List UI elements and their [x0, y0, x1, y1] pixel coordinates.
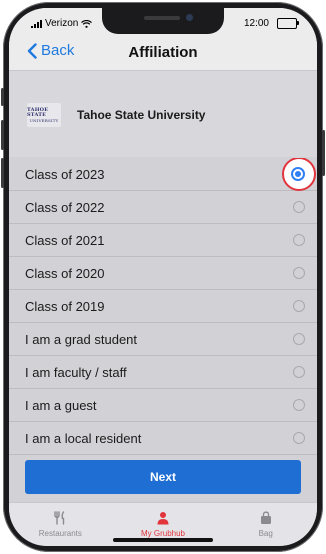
- volume-down-button: [1, 158, 4, 188]
- tab-label: Restaurants: [38, 529, 82, 538]
- affiliation-options-list[interactable]: Class of 2023 Class of 2022 Class of 202…: [9, 158, 317, 456]
- option-label: Class of 2021: [25, 232, 105, 248]
- bag-icon: [260, 511, 271, 524]
- radio-unselected-icon[interactable]: [293, 399, 305, 411]
- option-label: Class of 2019: [25, 298, 105, 314]
- next-button[interactable]: Next: [25, 460, 301, 494]
- radio-unselected-icon[interactable]: [293, 201, 305, 213]
- back-button[interactable]: Back: [27, 42, 74, 59]
- status-right: 12:00: [243, 18, 299, 29]
- person-icon: [157, 512, 169, 525]
- radio-unselected-icon[interactable]: [293, 432, 305, 444]
- radio-unselected-icon[interactable]: [293, 366, 305, 378]
- option-class-of-2022[interactable]: Class of 2022: [9, 191, 317, 224]
- tab-restaurants[interactable]: Restaurants: [9, 503, 112, 546]
- front-camera: [186, 14, 193, 21]
- option-class-of-2019[interactable]: Class of 2019: [9, 290, 317, 323]
- school-logo-line1: TAHOE STATE: [27, 106, 49, 118]
- phone-screen: Verizon 12:00 Back Affiliation TAHOE STA…: [9, 8, 317, 546]
- option-class-of-2020[interactable]: Class of 2020: [9, 257, 317, 290]
- chevron-left-icon: [27, 42, 37, 59]
- cellular-signal-icon: [31, 19, 42, 28]
- status-time: 12:00: [243, 18, 269, 29]
- school-header: TAHOE STATE UNIVERSITY Tahoe State Unive…: [9, 71, 317, 157]
- home-indicator: [113, 538, 213, 542]
- radio-unselected-icon[interactable]: [293, 300, 305, 312]
- school-logo-line2: UNIVERSITY: [29, 117, 59, 123]
- tab-bag[interactable]: Bag: [214, 503, 317, 546]
- option-class-of-2023[interactable]: Class of 2023: [9, 158, 317, 191]
- status-left: Verizon: [31, 18, 93, 29]
- option-label: Class of 2022: [25, 199, 105, 215]
- radio-unselected-icon[interactable]: [293, 267, 305, 279]
- option-local-resident[interactable]: I am a local resident: [9, 422, 317, 455]
- notch: [102, 8, 224, 34]
- tab-label: My Grubhub: [140, 529, 186, 538]
- radio-selected-icon[interactable]: [291, 167, 305, 181]
- option-label: Class of 2020: [25, 265, 105, 281]
- mute-switch: [1, 88, 4, 106]
- power-button: [322, 130, 325, 176]
- speaker-grille: [144, 16, 180, 20]
- wifi-icon: [81, 19, 93, 28]
- tab-label: Bag: [258, 529, 273, 538]
- battery-icon: [277, 18, 299, 29]
- carrier-name: Verizon: [45, 18, 79, 29]
- option-label: I am a grad student: [25, 331, 138, 347]
- option-label: Class of 2023: [25, 166, 105, 182]
- footer-bar: Next: [9, 456, 317, 502]
- option-guest[interactable]: I am a guest: [9, 389, 317, 422]
- radio-unselected-icon[interactable]: [293, 333, 305, 345]
- school-name: Tahoe State University: [77, 108, 206, 122]
- radio-unselected-icon[interactable]: [293, 234, 305, 246]
- fork-knife-icon: [54, 511, 65, 525]
- option-grad-student[interactable]: I am a grad student: [9, 323, 317, 356]
- navigation-bar: Back Affiliation: [9, 34, 317, 71]
- volume-up-button: [1, 120, 4, 150]
- option-class-of-2021[interactable]: Class of 2021: [9, 224, 317, 257]
- option-faculty-staff[interactable]: I am faculty / staff: [9, 356, 317, 389]
- back-label: Back: [41, 42, 75, 59]
- option-label: I am faculty / staff: [25, 364, 127, 380]
- school-logo: TAHOE STATE UNIVERSITY: [27, 103, 61, 127]
- option-label: I am a guest: [25, 397, 97, 413]
- option-label: I am a local resident: [25, 430, 142, 446]
